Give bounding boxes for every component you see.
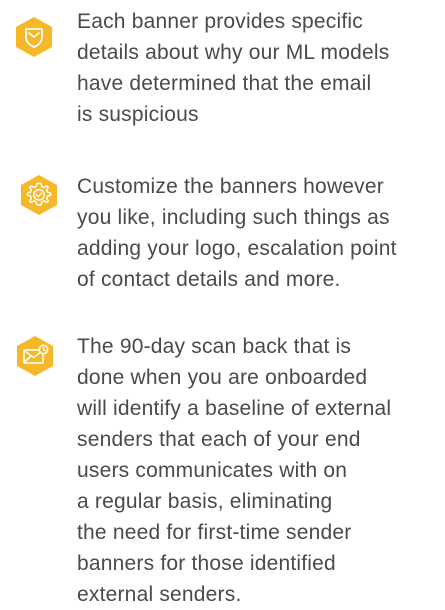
- feature-text-line: Customize the banners however: [77, 175, 384, 198]
- feature-text-line: is suspicious: [77, 103, 199, 126]
- feature-text-line: a regular basis, eliminating: [77, 490, 333, 513]
- feature-text-line: adding your logo, escalation point: [77, 237, 397, 260]
- feature-description: Each banner provides specific details ab…: [77, 6, 443, 130]
- feature-text-line: you like, including such things as: [77, 206, 390, 229]
- shield-icon: [14, 16, 54, 58]
- feature-text-line: external senders.: [77, 583, 242, 606]
- feature-text-line: of contact details and more.: [77, 268, 341, 291]
- feature-text-line: Each banner provides specific: [77, 10, 363, 33]
- feature-text-line: will identify a baseline of external: [77, 397, 392, 420]
- feature-text-line: users communicates with on: [77, 459, 348, 482]
- feature-description: The 90-day scan back that is done when y…: [77, 331, 443, 610]
- feature-text-line: The 90-day scan back that is: [77, 335, 352, 358]
- feature-text-line: details about why our ML models: [77, 41, 390, 64]
- email-clock-icon: [15, 335, 55, 377]
- feature-text-line: have determined that the email: [77, 72, 372, 95]
- gear-settings-icon: [19, 174, 59, 216]
- feature-description: Customize the banners however you like, …: [77, 171, 443, 295]
- feature-text-line: done when you are onboarded: [77, 366, 368, 389]
- feature-text-line: senders that each of your end: [77, 428, 361, 451]
- feature-text-line: banners for those identified: [77, 552, 336, 575]
- feature-text-line: the need for first-time sender: [77, 521, 352, 544]
